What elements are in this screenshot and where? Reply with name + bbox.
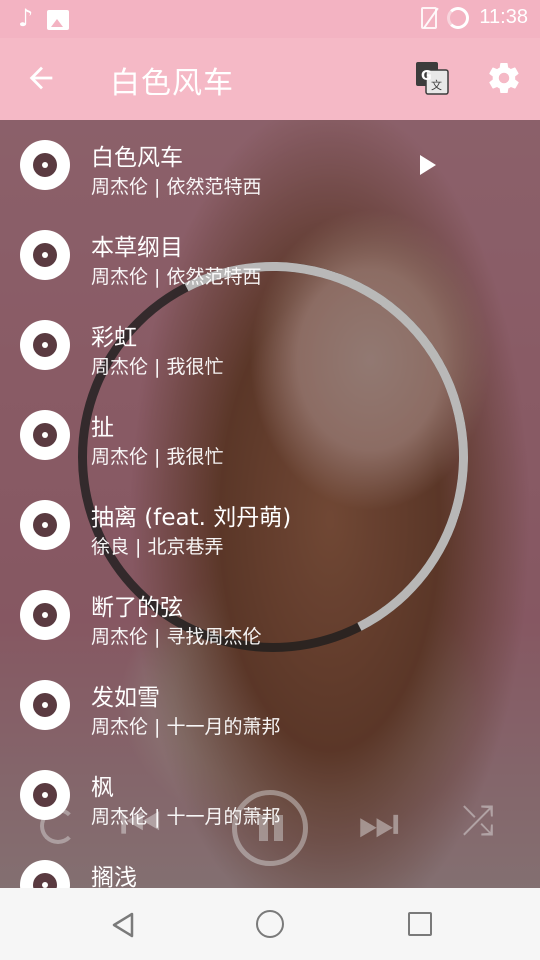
disc-icon (20, 860, 70, 888)
disc-icon (20, 770, 70, 820)
song-artist-album: 周杰伦 | 依然范特西 (91, 266, 262, 288)
battery-icon (447, 6, 470, 29)
settings-icon[interactable] (486, 60, 522, 96)
translate-icon[interactable]: G 文 (414, 60, 450, 96)
back-arrow-icon[interactable] (24, 60, 58, 96)
disc-icon (20, 410, 70, 460)
song-artist-album: 周杰伦 | 十一月的萧邦 (91, 716, 281, 738)
status-bar: ♪ 11:38 (0, 0, 540, 38)
svg-text:文: 文 (431, 78, 442, 92)
no-sim-icon (421, 6, 438, 29)
song-title: 搁浅 (91, 865, 137, 888)
song-item[interactable]: 断了的弦 周杰伦 | 寻找周杰伦 (0, 570, 540, 660)
song-title: 枫 (91, 775, 114, 801)
navigation-bar (0, 888, 540, 960)
music-note-icon: ♪ (18, 4, 34, 32)
song-title: 断了的弦 (91, 595, 183, 621)
song-item[interactable]: 搁浅 (0, 840, 540, 888)
song-item[interactable]: 彩虹 周杰伦 | 我很忙 (0, 300, 540, 390)
app-bar: 白色风车 G 文 (0, 38, 540, 120)
disc-icon (20, 500, 70, 550)
nav-recents-icon[interactable] (408, 912, 432, 936)
song-title: 抽离 (feat. 刘丹萌) (91, 505, 292, 531)
song-title: 白色风车 (91, 145, 183, 171)
song-artist-album: 周杰伦 | 我很忙 (91, 446, 224, 468)
song-item[interactable]: 抽离 (feat. 刘丹萌) 徐良 | 北京巷弄 (0, 480, 540, 570)
song-title: 发如雪 (91, 685, 160, 711)
song-title: 本草纲目 (91, 235, 183, 261)
song-item[interactable]: 枫 周杰伦 | 十一月的萧邦 (0, 750, 540, 840)
disc-icon (20, 140, 70, 190)
song-artist-album: 周杰伦 | 依然范特西 (91, 176, 262, 198)
song-item[interactable]: 白色风车 周杰伦 | 依然范特西 (0, 120, 540, 210)
disc-icon (20, 230, 70, 280)
disc-icon (20, 680, 70, 730)
song-item[interactable]: 本草纲目 周杰伦 | 依然范特西 (0, 210, 540, 300)
song-title: 扯 (91, 415, 114, 441)
song-artist-album: 周杰伦 | 我很忙 (91, 356, 224, 378)
disc-icon (20, 320, 70, 370)
disc-icon (20, 590, 70, 640)
status-clock: 11:38 (479, 6, 528, 28)
song-item[interactable]: 扯 周杰伦 | 我很忙 (0, 390, 540, 480)
song-artist-album: 周杰伦 | 十一月的萧邦 (91, 806, 281, 828)
nav-home-icon[interactable] (256, 910, 284, 938)
song-artist-album: 徐良 | 北京巷弄 (91, 536, 224, 558)
song-title: 彩虹 (91, 325, 137, 351)
song-artist-album: 周杰伦 | 寻找周杰伦 (91, 626, 262, 648)
image-icon (47, 10, 70, 30)
page-title: 白色风车 (110, 66, 234, 101)
song-item[interactable]: 发如雪 周杰伦 | 十一月的萧邦 (0, 660, 540, 750)
nav-back-icon[interactable] (108, 910, 138, 940)
song-list: 白色风车 周杰伦 | 依然范特西 本草纲目 周杰伦 | 依然范特西 彩虹 周杰伦… (0, 120, 540, 888)
now-playing-icon (420, 155, 436, 175)
